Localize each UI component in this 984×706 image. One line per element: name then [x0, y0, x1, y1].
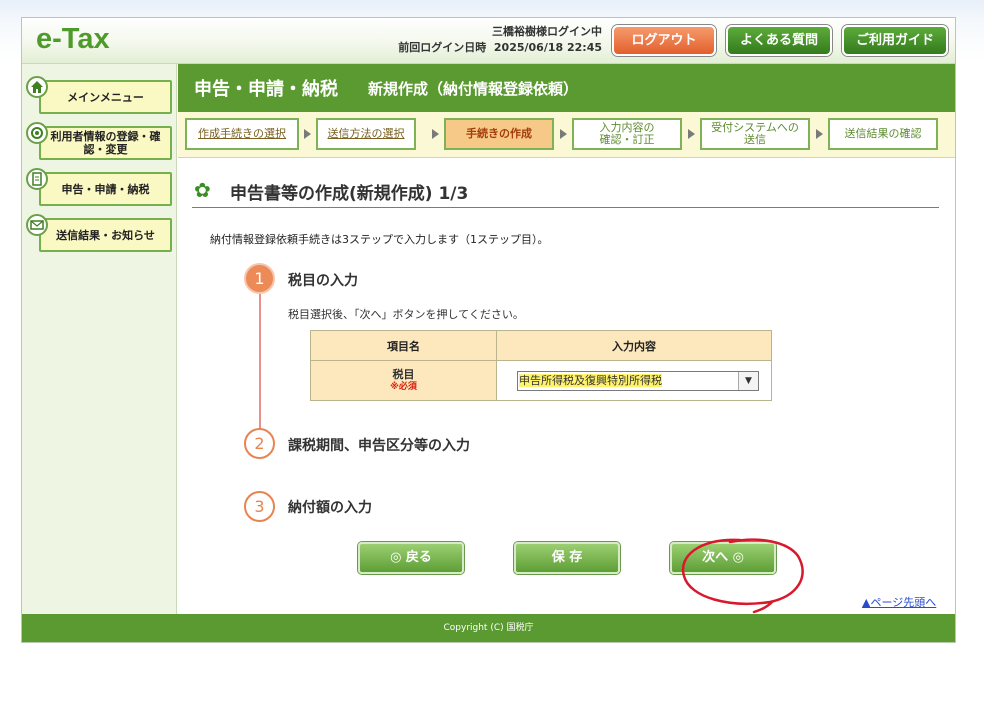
- step-create-procedure: 手続きの作成: [444, 118, 554, 150]
- step-arrow-icon: [432, 129, 439, 139]
- guide-button[interactable]: ご利用ガイド: [842, 25, 948, 56]
- home-icon: [26, 76, 48, 98]
- input-table: 項目名 入力内容 税目 ※必須 申告所得税及復興特別所得税 ▼: [310, 330, 772, 401]
- faq-button[interactable]: よくある質問: [726, 25, 832, 56]
- page-top-link[interactable]: ▲ページ先頭へ: [862, 594, 936, 610]
- section-title-amount: 納付額の入力: [288, 500, 372, 516]
- sidebar-item-label: 利用者情報の登録・確認・変更: [39, 126, 172, 160]
- section-hint: 税目選択後、「次へ」ボタンを押してください。: [288, 308, 524, 321]
- etax-window: e-Tax 三橋裕樹様ログイン中 前回ログイン日時 2025/06/18 22:…: [21, 17, 956, 643]
- next-button[interactable]: 次へ ◎: [670, 542, 776, 574]
- step-select-procedure[interactable]: 作成手続きの選択: [185, 118, 299, 150]
- step-arrow-icon: [816, 129, 823, 139]
- required-badge: ※必須: [390, 381, 417, 392]
- column-header-item: 項目名: [310, 330, 497, 361]
- back-button[interactable]: ◎ 戻る: [358, 542, 464, 574]
- table-row: 税目 ※必須 申告所得税及復興特別所得税 ▼: [310, 360, 772, 401]
- sidebar-item-label: 申告・申請・納税: [39, 172, 172, 206]
- step-arrow-icon: [688, 129, 695, 139]
- document-icon: [26, 168, 48, 190]
- step-label: 送信結果の確認: [844, 127, 922, 140]
- step-confirm-edit: 入力内容の 確認・訂正: [572, 118, 682, 150]
- page-title-text: 申告書等の作成(新規作成) 1/3: [230, 184, 469, 204]
- sidebar-item-label: メインメニュー: [39, 80, 172, 114]
- user-settings-icon: [26, 122, 48, 144]
- step-connector: [259, 294, 261, 449]
- step-label: 作成手続きの選択: [198, 127, 286, 140]
- sidebar-item-label: 送信結果・お知らせ: [39, 218, 172, 252]
- tax-type-label-cell: 税目 ※必須: [310, 360, 497, 401]
- sidebar-item-main-menu[interactable]: メインメニュー: [26, 76, 174, 116]
- step-label: 入力内容の 確認・訂正: [599, 121, 655, 146]
- step-check-results: 送信結果の確認: [828, 118, 938, 150]
- step-arrow-icon: [560, 129, 567, 139]
- last-login: 前回ログイン日時 2025/06/18 22:45: [382, 40, 602, 56]
- step-send: 受付システムへの 送信: [700, 118, 810, 150]
- chevron-down-icon[interactable]: ▼: [738, 371, 758, 390]
- etax-logo[interactable]: e-Tax: [36, 23, 110, 56]
- section-title-period: 課税期間、申告区分等の入力: [288, 438, 470, 454]
- section-title-tax-type: 税目の入力: [288, 273, 358, 289]
- last-login-label: 前回ログイン日時: [398, 41, 487, 54]
- category-title: 申告・申請・納税: [194, 79, 338, 100]
- step-select-method[interactable]: 送信方法の選択: [316, 118, 416, 150]
- page-header: 申告・申請・納税 新規作成（納付情報登録依頼）: [178, 64, 955, 112]
- step-arrow-icon: [304, 129, 311, 139]
- step-number-3: 3: [244, 491, 275, 522]
- copyright: Copyright (C) 国税庁: [443, 623, 534, 633]
- step-label: 受付システムへの 送信: [711, 121, 799, 146]
- page-subtitle: 新規作成（納付情報登録依頼）: [368, 80, 579, 98]
- tax-type-select[interactable]: 申告所得税及復興特別所得税 ▼: [517, 370, 759, 391]
- sidebar: メインメニュー 利用者情報の登録・確認・変更 申告・申請・納税 送信結果・お知ら…: [22, 64, 177, 614]
- sidebar-item-results[interactable]: 送信結果・お知らせ: [26, 214, 174, 254]
- logout-button[interactable]: ログアウト: [612, 25, 716, 56]
- column-header-input: 入力内容: [496, 330, 772, 361]
- last-login-value: 2025/06/18 22:45: [493, 41, 602, 54]
- progress-steps: 作成手続きの選択 送信方法の選択 手続きの作成 入力内容の 確認・訂正 受付システ…: [178, 112, 955, 158]
- tax-type-input-cell: 申告所得税及復興特別所得税 ▼: [496, 360, 772, 401]
- clover-icon: ✿: [194, 178, 211, 202]
- page-top-label: ページ先頭へ: [870, 596, 937, 609]
- sidebar-item-filing[interactable]: 申告・申請・納税: [26, 168, 174, 208]
- page-title: ✿ 申告書等の作成(新規作成) 1/3: [192, 176, 939, 208]
- step-number-1: 1: [244, 263, 275, 294]
- intro-text: 納付情報登録依頼手続きは3ステップで入力します（1ステップ目）。: [210, 233, 549, 246]
- step-label: 送信方法の選択: [327, 127, 405, 140]
- tax-type-selected-value: 申告所得税及復興特別所得税: [519, 373, 662, 387]
- tax-type-label: 税目: [392, 367, 415, 381]
- footer: Copyright (C) 国税庁: [22, 614, 955, 642]
- step-number-2: 2: [244, 428, 275, 459]
- save-button[interactable]: 保 存: [514, 542, 620, 574]
- sidebar-item-user-info[interactable]: 利用者情報の登録・確認・変更: [26, 122, 174, 162]
- login-info: 三橋裕樹様ログイン中 前回ログイン日時 2025/06/18 22:45: [382, 24, 602, 56]
- step-label: 手続きの作成: [466, 127, 532, 140]
- user-login-status: 三橋裕樹様ログイン中: [492, 25, 602, 38]
- header: e-Tax 三橋裕樹様ログイン中 前回ログイン日時 2025/06/18 22:…: [22, 18, 955, 64]
- mail-icon: [26, 214, 48, 236]
